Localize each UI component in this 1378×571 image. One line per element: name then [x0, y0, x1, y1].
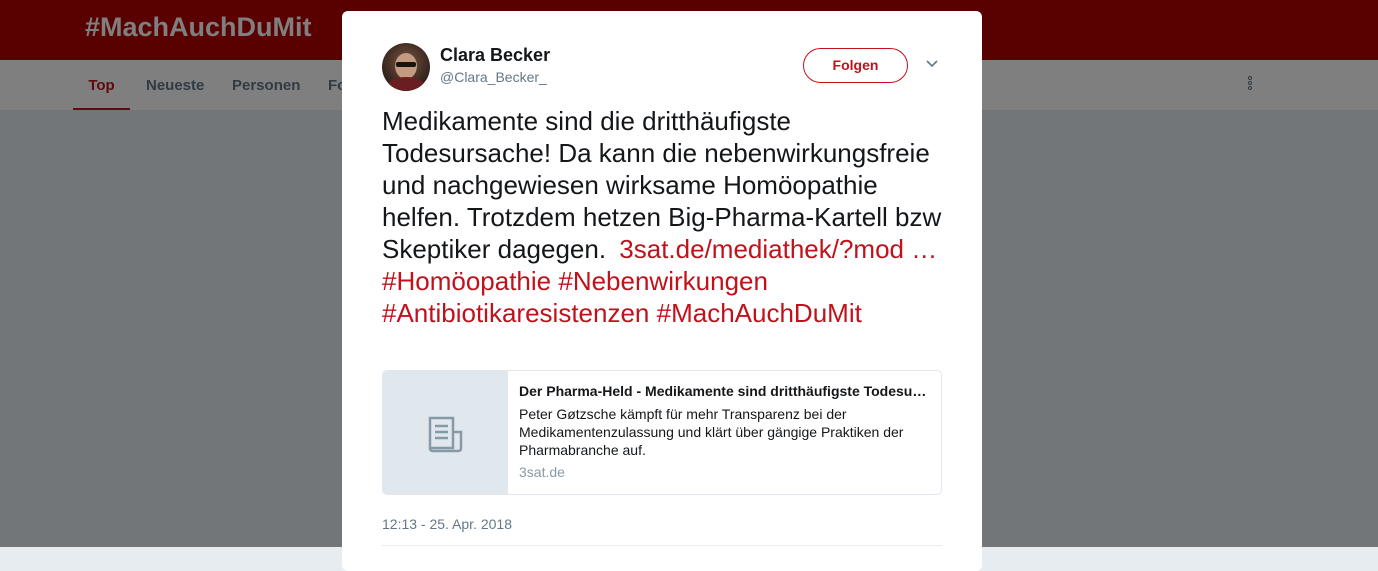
hashtag-link[interactable]: #Homöopathie: [382, 266, 551, 296]
author-screen-name[interactable]: @Clara_Becker_: [440, 69, 547, 85]
author-display-name[interactable]: Clara Becker: [440, 45, 550, 66]
document-icon: [428, 416, 463, 453]
chevron-down-icon[interactable]: [926, 60, 938, 68]
card-thumbnail: [383, 371, 508, 494]
follow-button[interactable]: Folgen: [803, 48, 908, 83]
hashtag-link[interactable]: #Nebenwirkungen: [558, 266, 768, 296]
avatar[interactable]: [382, 43, 430, 91]
hashtag-link[interactable]: #Antibiotikaresistenzen: [382, 298, 649, 328]
tweet-modal: Clara Becker @Clara_Becker_ Folgen Medik…: [342, 11, 982, 571]
tweet-link[interactable]: 3sat.de/mediathek/?mod …: [619, 234, 937, 264]
card-domain: 3sat.de: [519, 464, 565, 480]
tweet-timestamp[interactable]: 12:13 - 25. Apr. 2018: [382, 516, 512, 532]
card-title: Der Pharma-Held - Medikamente sind dritt…: [519, 383, 929, 399]
divider: [382, 545, 942, 546]
card-description: Peter Gøtzsche kämpft für mehr Transpare…: [519, 406, 904, 458]
hashtag-link[interactable]: #MachAuchDuMit: [657, 298, 862, 328]
link-preview-card[interactable]: Der Pharma-Held - Medikamente sind dritt…: [382, 370, 942, 495]
tweet-text: Medikamente sind die dritthäufigste Tode…: [382, 105, 942, 329]
